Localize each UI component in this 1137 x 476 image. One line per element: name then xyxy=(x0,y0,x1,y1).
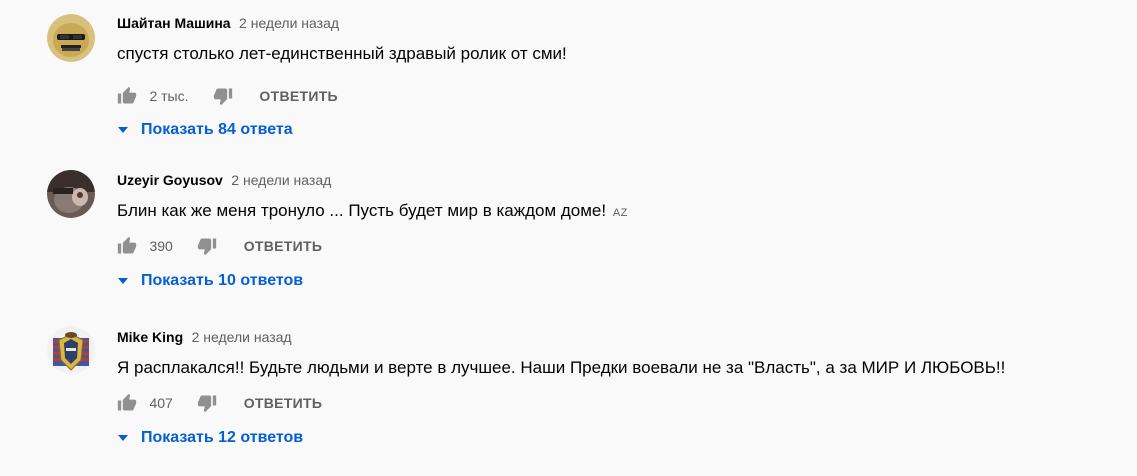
thumbs-up-icon[interactable] xyxy=(117,393,137,413)
comment-text: спустя столько лет-единственный здравый … xyxy=(117,42,567,66)
comment-body: Я расплакался!! Будьте людьми и верте в … xyxy=(117,358,1006,377)
show-replies-label: Показать 12 ответов xyxy=(141,429,304,446)
author-name[interactable]: Шайтан Машина xyxy=(117,15,231,31)
comment-time[interactable]: 2 недели назад xyxy=(192,329,292,345)
comment-thread: Шайтан Машина 2 недели назад спустя стол… xyxy=(0,12,1137,162)
author-name[interactable]: Uzeyir Goyusov xyxy=(117,172,223,188)
thumbs-up-icon[interactable] xyxy=(117,236,137,256)
comment-time[interactable]: 2 недели назад xyxy=(239,15,339,31)
show-replies-button[interactable]: Показать 10 ответов xyxy=(117,269,303,293)
thumbs-down-icon[interactable] xyxy=(197,393,217,413)
thumbs-up-icon[interactable] xyxy=(117,86,137,106)
comment-header: Mike King 2 недели назад xyxy=(117,326,292,348)
reply-button[interactable]: ОТВЕТИТЬ xyxy=(259,84,338,108)
comment-body: Блин как же меня тронуло ... Пусть будет… xyxy=(117,201,607,220)
thumbs-down-icon[interactable] xyxy=(213,86,233,106)
language-badge: AZ xyxy=(612,207,628,219)
show-replies-button[interactable]: Показать 12 ответов xyxy=(117,426,303,450)
avatar-photo-icon xyxy=(47,170,95,218)
author-name[interactable]: Mike King xyxy=(117,329,183,345)
avatar-police-badge-icon xyxy=(47,326,95,374)
thumbs-down-icon[interactable] xyxy=(197,236,217,256)
reply-button[interactable]: ОТВЕТИТЬ xyxy=(244,234,323,258)
comment-header: Шайтан Машина 2 недели назад xyxy=(117,12,339,34)
like-count: 2 тыс. xyxy=(149,88,189,104)
comment-actions: 407 ОТВЕТИТЬ xyxy=(117,391,322,415)
like-count: 407 xyxy=(149,395,173,411)
reply-button[interactable]: ОТВЕТИТЬ xyxy=(244,391,323,415)
comment-header: Uzeyir Goyusov 2 недели назад xyxy=(117,169,331,191)
comment-time[interactable]: 2 недели назад xyxy=(231,172,331,188)
comment-actions: 2 тыс. ОТВЕТИТЬ xyxy=(117,84,338,108)
show-replies-button[interactable]: Показать 84 ответа xyxy=(117,118,293,142)
comment-actions: 390 ОТВЕТИТЬ xyxy=(117,234,322,258)
avatar-sunglasses-icon xyxy=(47,14,95,62)
avatar[interactable] xyxy=(47,326,95,374)
caret-down-icon xyxy=(117,124,129,136)
comment-text: Я расплакался!! Будьте людьми и верте в … xyxy=(117,356,1005,380)
show-replies-label: Показать 84 ответа xyxy=(141,121,293,138)
show-replies-label: Показать 10 ответов xyxy=(141,272,304,289)
comment-thread: Mike King 2 недели назад Я расплакался!!… xyxy=(0,326,1137,476)
avatar[interactable] xyxy=(47,170,95,218)
comment-text: Блин как же меня тронуло ... Пусть будет… xyxy=(117,199,628,225)
comment-body: спустя столько лет-единственный здравый … xyxy=(117,44,567,63)
caret-down-icon xyxy=(117,432,129,444)
avatar[interactable] xyxy=(47,14,95,62)
caret-down-icon xyxy=(117,275,129,287)
comment-thread: Uzeyir Goyusov 2 недели назад Блин как ж… xyxy=(0,169,1137,319)
like-count: 390 xyxy=(149,238,173,254)
